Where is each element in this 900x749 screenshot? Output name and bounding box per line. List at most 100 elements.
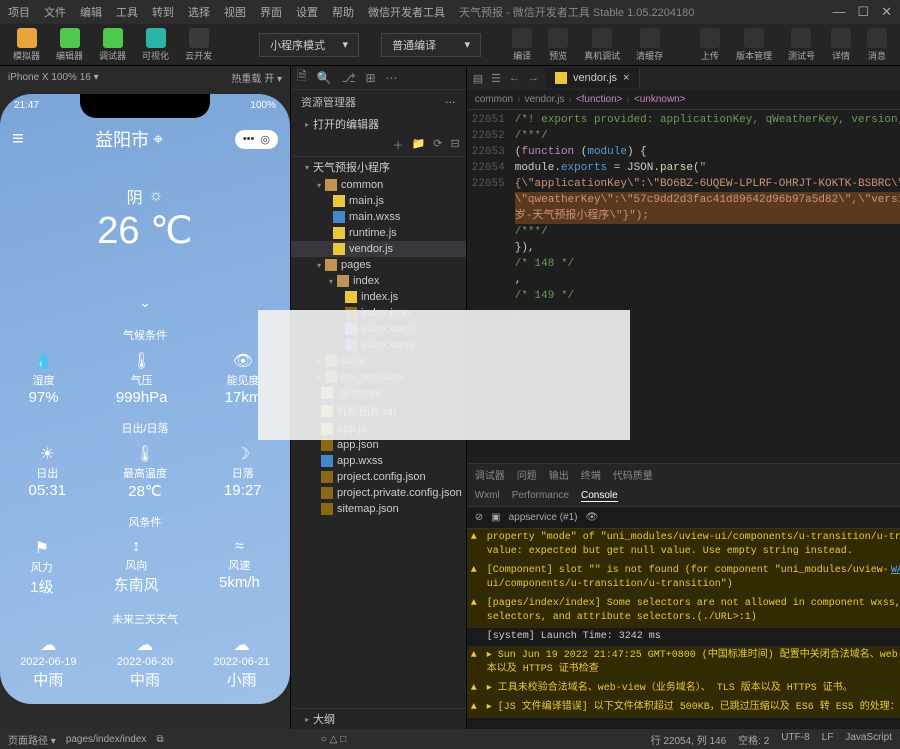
tree-item[interactable]: project.private.config.json — [291, 485, 466, 501]
tree-item[interactable]: main.js — [291, 193, 466, 209]
bookmark-icon[interactable]: ☰ — [491, 72, 501, 85]
tree-item[interactable]: ▾pages — [291, 257, 466, 273]
tree-item[interactable]: ▾index — [291, 273, 466, 289]
path-label[interactable]: 页面路径 ▾ — [8, 732, 56, 747]
detail-button[interactable]: 详情 — [826, 26, 856, 64]
bottom-tab[interactable]: 终端 — [581, 467, 601, 482]
bottom-tab[interactable]: 调试器 — [475, 467, 505, 482]
capsule-button[interactable]: ••• ◎ — [235, 130, 278, 149]
more-tab-icon[interactable]: ⋯ — [386, 71, 398, 85]
menu-item[interactable]: 帮助 — [332, 4, 354, 20]
compile-dropdown[interactable]: 普通编译▾ — [381, 33, 481, 57]
refresh-icon[interactable]: ⟳ — [433, 137, 442, 153]
city-title[interactable]: 益阳市⌖ — [95, 126, 163, 152]
menu-item[interactable]: 设置 — [296, 4, 318, 20]
close-tab-icon[interactable]: × — [623, 72, 629, 84]
page-path[interactable]: pages/index/index — [66, 734, 147, 745]
book-icon[interactable]: ▤ — [473, 72, 483, 85]
tree-item[interactable]: main.wxss — [291, 209, 466, 225]
console-log[interactable]: ▲VM13 asdebug.js:1▸ Sun Jun 19 2022 21:4… — [467, 647, 900, 680]
tree-item[interactable]: app.wxss — [291, 453, 466, 469]
editor-tab[interactable]: vendor.js× — [545, 68, 640, 88]
console-tab[interactable]: Performance — [512, 490, 569, 501]
menu-item[interactable]: 微信开发者工具 — [368, 4, 445, 20]
console-tab[interactable]: Console — [581, 490, 618, 502]
console-log[interactable]: WAServiceMainContext.js:2[system] Launch… — [467, 628, 900, 647]
tree-item[interactable]: sitemap.json — [291, 501, 466, 517]
encoding[interactable]: UTF-8 — [781, 732, 809, 747]
chevron-down-icon[interactable]: ⌄ — [0, 294, 290, 311]
compile-button[interactable]: 编译 — [507, 26, 537, 64]
close-icon[interactable]: ✕ — [881, 4, 892, 20]
eol[interactable]: LF — [822, 732, 834, 747]
bottom-tab[interactable]: 代码质量 — [613, 467, 653, 482]
menu-item[interactable]: 转到 — [152, 4, 174, 20]
copy-icon[interactable]: ⧉ — [156, 734, 163, 745]
tree-item[interactable]: index.js — [291, 289, 466, 305]
editor-button[interactable]: 编辑器 — [51, 26, 88, 64]
project-root[interactable]: ▾天气预报小程序 — [291, 157, 466, 177]
tree-item[interactable]: project.config.json — [291, 469, 466, 485]
eye-icon[interactable]: 👁 — [586, 512, 599, 523]
top-icon[interactable]: ▣ — [491, 512, 500, 523]
clear-cache-button[interactable]: 清缓存 — [631, 26, 668, 64]
log-link[interactable]: WASubContext.js?t=we_46437460&v=2.24.6:2 — [891, 564, 900, 578]
fwd-icon[interactable]: → — [528, 72, 539, 84]
cursor-pos[interactable]: 行 22054, 列 146 — [651, 732, 727, 747]
language[interactable]: JavaScript — [845, 732, 892, 747]
visual-button[interactable]: 可视化 — [137, 26, 174, 64]
breadcrumb[interactable]: common› vendor.js› <function>› <unknown> — [467, 90, 900, 110]
menu-item[interactable]: 界面 — [260, 4, 282, 20]
upload-button[interactable]: 上传 — [695, 26, 725, 64]
simulator-button[interactable]: 模拟器 — [8, 26, 45, 64]
minimize-icon[interactable]: — — [832, 4, 845, 20]
more-icon[interactable]: ••• — [243, 133, 255, 146]
cloud-button[interactable]: 云开发 — [180, 26, 217, 64]
more-icon[interactable]: … — [445, 94, 456, 110]
hamburger-icon[interactable]: ≡ — [12, 128, 24, 151]
context-select[interactable]: appservice (#1) — [509, 512, 578, 523]
open-editors-header[interactable]: ▸打开的编辑器 — [291, 114, 466, 134]
console-log[interactable]: ▲property "mode" of "uni_modules/uview-u… — [467, 529, 900, 562]
menu-item[interactable]: 选择 — [188, 4, 210, 20]
version-button[interactable]: 版本管理 — [731, 26, 777, 64]
preview-button[interactable]: 预览 — [543, 26, 573, 64]
new-folder-icon[interactable]: 📁 — [412, 137, 426, 153]
menu-item[interactable]: 编辑 — [80, 4, 102, 20]
files-tab-icon[interactable]: 🗎 — [297, 67, 307, 88]
tree-item[interactable]: ▾common — [291, 177, 466, 193]
phone-frame[interactable]: 21:47100% ≡ 益阳市⌖ •••◎ 阴☼ 26 ℃ ⌄ 气候条件💧湿度9… — [0, 94, 290, 704]
remote-debug-button[interactable]: 真机调试 — [579, 26, 625, 64]
back-icon[interactable]: ← — [509, 72, 520, 84]
hot-reload-toggle[interactable]: 热重载 开 ▾ — [231, 70, 282, 85]
bottom-tab[interactable]: 输出 — [549, 467, 569, 482]
tree-item[interactable]: runtime.js — [291, 225, 466, 241]
menu-item[interactable]: 项目 — [8, 4, 30, 20]
mode-dropdown[interactable]: 小程序模式▾ — [259, 33, 359, 57]
ext-tab-icon[interactable]: ⊞ — [365, 71, 375, 85]
search-tab-icon[interactable]: 🔍 — [317, 71, 332, 85]
console-log[interactable]: ▲▸ [JS 文件编译错误] 以下文件体积超过 500KB，已跳过压缩以及 ES… — [467, 699, 900, 718]
menu-item[interactable]: 文件 — [44, 4, 66, 20]
console-log[interactable]: ▲VM13 asdebug.js:1▸ 工具未校验合法域名、web-view（业… — [467, 680, 900, 699]
device-select[interactable]: iPhone X 100% 16 ▾ — [8, 72, 99, 83]
console-tab[interactable]: Wxml — [475, 490, 500, 501]
new-file-icon[interactable]: ＋ — [393, 137, 404, 153]
bottom-tab[interactable]: 问题 — [517, 467, 537, 482]
menu-item[interactable]: 视图 — [224, 4, 246, 20]
collapse-icon[interactable]: ⊟ — [451, 137, 460, 153]
test-button[interactable]: 测试号 — [783, 26, 820, 64]
git-tab-icon[interactable]: ⎇ — [342, 71, 356, 85]
target-icon[interactable]: ◎ — [260, 133, 270, 146]
console-log[interactable]: ▲[pages/index/index] Some selectors are … — [467, 595, 900, 628]
tree-item[interactable]: vendor.js — [291, 241, 466, 257]
console-log[interactable]: ▲WASubContext.js?t=we_46437460&v=2.24.6:… — [467, 562, 900, 595]
clear-icon[interactable]: ⊘ — [475, 512, 483, 523]
debugger-button[interactable]: 调试器 — [94, 26, 131, 64]
outline-header[interactable]: ▸大纲 — [291, 708, 466, 729]
menu-item[interactable]: 工具 — [116, 4, 138, 20]
message-button[interactable]: 消息 — [862, 26, 892, 64]
indent-info[interactable]: 空格: 2 — [738, 732, 769, 747]
cell-value: 中雨 — [130, 669, 160, 690]
maximize-icon[interactable]: ☐ — [857, 4, 869, 20]
